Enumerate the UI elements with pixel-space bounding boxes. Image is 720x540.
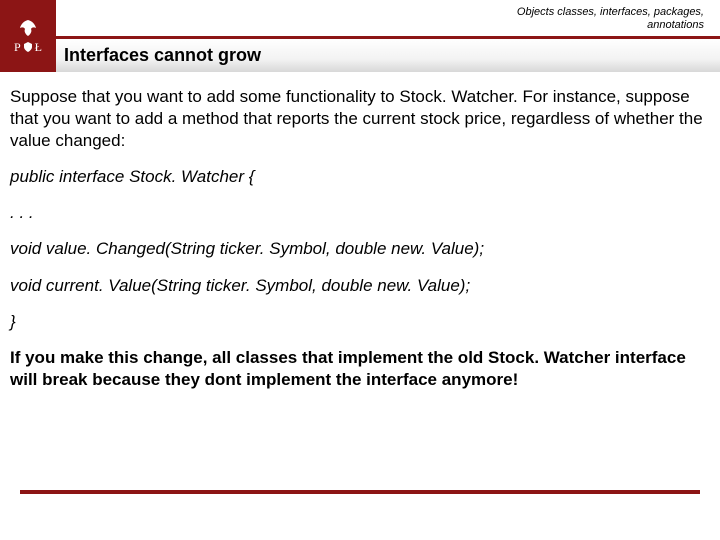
breadcrumb: Objects classes, interfaces, packages, a… [517,6,704,31]
header: Objects classes, interfaces, packages, a… [0,0,720,72]
code-line-4: void current. Value(String ticker. Symbo… [10,275,710,297]
logo-letter-p: P [14,40,21,55]
university-logo: P Ł [0,0,56,72]
logo-letters: P Ł [14,40,42,55]
title-bar: Interfaces cannot grow [56,39,720,72]
content: Suppose that you want to add some functi… [0,72,720,391]
page-title: Interfaces cannot grow [64,45,261,66]
shield-icon [23,42,33,52]
code-line-2: . . . [10,202,710,224]
breadcrumb-line1: Objects classes, interfaces, packages, [517,6,704,19]
eagle-icon [16,18,40,38]
code-line-5: } [10,311,710,333]
footer-divider [20,490,700,494]
code-line-3: void value. Changed(String ticker. Symbo… [10,238,710,260]
slide: Objects classes, interfaces, packages, a… [0,0,720,540]
intro-paragraph: Suppose that you want to add some functi… [10,86,710,152]
logo-letter-l: Ł [35,40,42,55]
code-line-1: public interface Stock. Watcher { [10,166,710,188]
breadcrumb-line2: annotations [517,19,704,32]
warning-paragraph: If you make this change, all classes tha… [10,347,710,391]
